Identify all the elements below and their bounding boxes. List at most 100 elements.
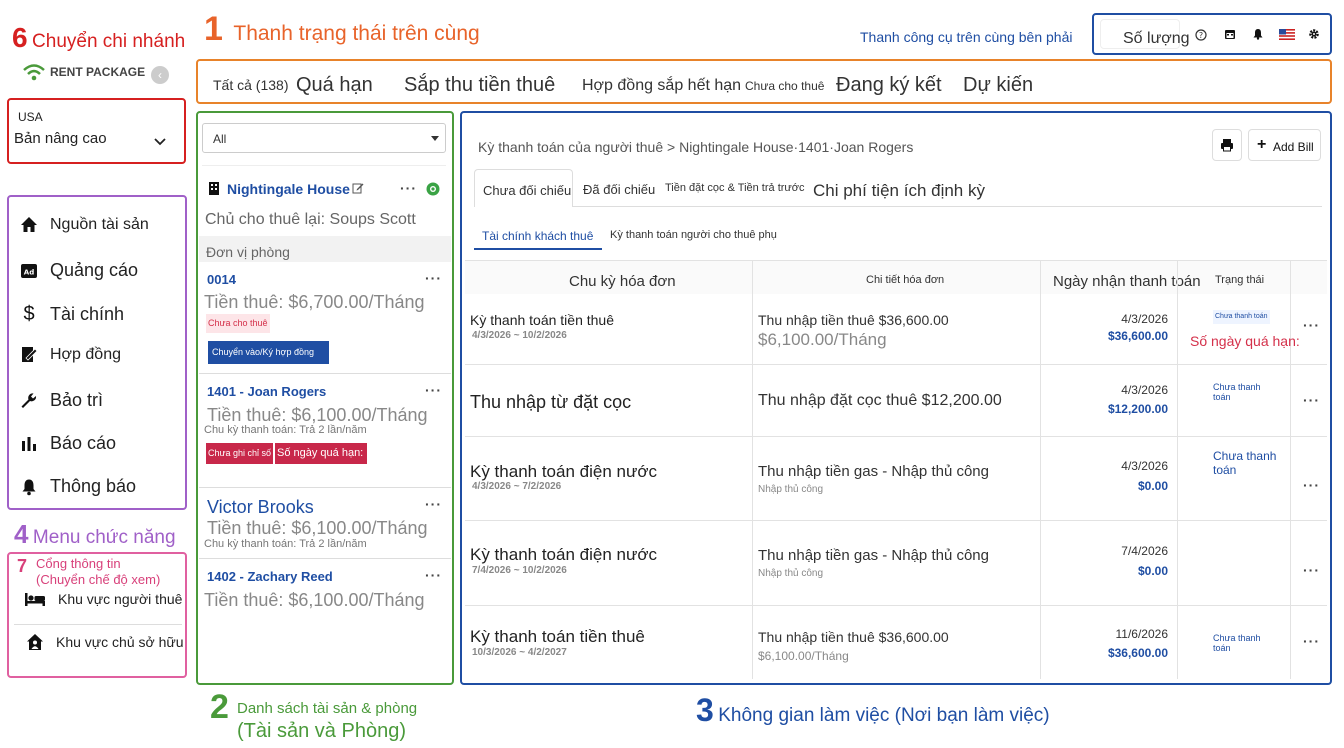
- unit-more-icon[interactable]: ···: [425, 382, 442, 398]
- property-filter-select[interactable]: All: [202, 123, 446, 153]
- caret-down-icon: [431, 136, 439, 141]
- annotation-3: 3 Không gian làm việc (Nơi bạn làm việc): [696, 692, 1050, 728]
- col-bill-detail: Chi tiết hóa đơn: [866, 274, 945, 286]
- menu-item-contracts[interactable]: Hợp đồng: [20, 346, 121, 364]
- bed-icon: [25, 593, 45, 606]
- move-in-sign-button[interactable]: Chuyển vào/Ký hợp đồng: [208, 341, 329, 364]
- calendar-icon[interactable]: [1224, 28, 1236, 40]
- menu-item-notifications[interactable]: Thông báo: [20, 476, 136, 497]
- unit-more-icon[interactable]: ···: [425, 567, 442, 583]
- menu-item-assets[interactable]: Nguồn tài sản: [20, 216, 149, 234]
- gear-icon[interactable]: [1308, 28, 1320, 40]
- unit-rent: Tiền thuê: $6,100.00/Tháng: [204, 590, 425, 610]
- vacant-badge: Chưa cho thuê: [206, 314, 270, 333]
- tab-upcoming-rent[interactable]: Sắp thu tiền thuê: [404, 74, 555, 97]
- unit-more-icon[interactable]: ···: [425, 496, 442, 512]
- col-divider: [752, 260, 753, 679]
- menu-item-reports[interactable]: Báo cáo: [20, 433, 116, 454]
- menu-item-maintenance[interactable]: Bảo trì: [20, 390, 103, 411]
- row-more-icon[interactable]: ···: [1303, 317, 1320, 333]
- portal-owner[interactable]: Khu vực chủ sở hữu: [26, 633, 184, 651]
- row-period: 7/4/2026 ~ 10/2/2026: [472, 565, 567, 576]
- col-divider: [1177, 260, 1178, 679]
- row-more-icon[interactable]: ···: [1303, 633, 1320, 649]
- edit-icon[interactable]: [352, 182, 364, 194]
- menu-item-finance[interactable]: $ Tài chính: [20, 303, 124, 326]
- tab-all[interactable]: Tất cả (138): [213, 77, 288, 93]
- tab-vacant[interactable]: Chưa cho thuê: [745, 79, 824, 93]
- row-more-icon[interactable]: ···: [1303, 392, 1320, 408]
- tab-recurring-utilities[interactable]: Chi phí tiện ích định kỳ: [813, 181, 985, 201]
- menu-label: Quảng cáo: [50, 260, 139, 280]
- menu-label: Bảo trì: [50, 390, 104, 410]
- branch-selector[interactable]: Bản nâng cao: [14, 130, 174, 154]
- unit-code[interactable]: Victor Brooks: [207, 497, 314, 518]
- wrench-icon: [21, 392, 37, 408]
- menu-label: Tài chính: [50, 304, 125, 324]
- row-detail: Thu nhập tiền gas - Nhập thủ công: [758, 547, 989, 564]
- tabs-baseline: [573, 206, 1322, 207]
- menu-item-ads[interactable]: Ad Quảng cáo: [20, 260, 138, 281]
- row-title: Thu nhập từ đặt cọc: [470, 392, 632, 412]
- tab-reconciled[interactable]: Đã đối chiếu: [583, 182, 655, 197]
- breadcrumb[interactable]: Kỳ thanh toán của người thuê > Nightinga…: [478, 139, 913, 155]
- unit-rent: Tiền thuê: $6,700.00/Tháng: [204, 292, 425, 312]
- unit-cycle: Chu kỳ thanh toán: Trả 2 lần/năm: [204, 424, 367, 436]
- chevron-down-icon: [154, 138, 166, 146]
- row-date: 4/3/2026: [1121, 312, 1168, 326]
- quantity-label: Số lượng: [1123, 30, 1190, 47]
- add-bill-button[interactable]: + Add Bill: [1248, 129, 1321, 161]
- col-payment-date: Ngày nhận thanh toán: [1053, 273, 1201, 290]
- tab-overdue[interactable]: Quá hạn: [296, 74, 373, 97]
- tab-expiring-contracts[interactable]: Hợp đồng sắp hết hạn: [582, 77, 741, 95]
- subtab-tenant-finance[interactable]: Tài chính khách thuê: [482, 229, 593, 243]
- help-icon[interactable]: ?: [1195, 29, 1207, 41]
- unit-more-icon[interactable]: ···: [425, 270, 442, 286]
- branch-country: USA: [18, 110, 43, 124]
- tab-reserved[interactable]: Dự kiến: [963, 74, 1033, 97]
- property-more-icon[interactable]: ···: [400, 180, 417, 196]
- printer-icon: [1221, 139, 1233, 152]
- bell-icon[interactable]: [1252, 28, 1264, 40]
- row-status: Chưa thanh toán: [1213, 382, 1261, 402]
- row-more-icon[interactable]: ···: [1303, 477, 1320, 493]
- divider: [202, 165, 446, 166]
- portal-tenant[interactable]: Khu vực người thuê: [24, 590, 182, 608]
- unit-code[interactable]: 1401 - Joan Rogers: [207, 384, 326, 399]
- bell-icon: [22, 479, 36, 495]
- menu-label: Báo cáo: [50, 433, 117, 453]
- unit-code[interactable]: 1402 - Zachary Reed: [207, 569, 333, 584]
- visible-eye-icon[interactable]: [426, 182, 440, 196]
- divider: [199, 487, 451, 488]
- unit-cycle: Chu kỳ thanh toán: Trả 2 lần/năm: [204, 538, 367, 550]
- menu-label: Nguồn tài sản: [50, 216, 149, 233]
- row-detail-sub: Nhập thủ công: [758, 484, 824, 495]
- row-divider: [465, 364, 1327, 365]
- row-amount: $12,200.00: [1107, 402, 1168, 416]
- logo-text: RENT PACKAGE: [50, 65, 146, 79]
- subtab-sublandlord[interactable]: Kỳ thanh toán người cho thuê phụ: [610, 229, 777, 241]
- home-icon: [21, 217, 37, 232]
- property-name[interactable]: Nightingale House: [227, 181, 350, 197]
- print-button[interactable]: [1212, 129, 1242, 161]
- row-period: 4/3/2026 ~ 10/2/2026: [472, 330, 567, 341]
- plus-icon: +: [1257, 136, 1267, 153]
- chevron-left-icon: ‹: [158, 68, 162, 82]
- row-status: Chưa thanh toán: [1213, 449, 1277, 477]
- svg-text:?: ?: [1199, 31, 1203, 40]
- tab-signing[interactable]: Đang ký kết: [836, 74, 942, 97]
- row-detail: Thu nhập tiền thuê $36,600.00: [758, 312, 949, 328]
- row-more-icon[interactable]: ···: [1303, 562, 1320, 578]
- collapse-sidebar-button[interactable]: ‹: [151, 66, 169, 84]
- tab-unreconciled[interactable]: Chưa đối chiếu: [474, 169, 573, 207]
- building-icon: [209, 182, 219, 195]
- row-amount: $36,600.00: [1107, 646, 1168, 660]
- col-status: Trạng thái: [1215, 274, 1265, 286]
- unit-code[interactable]: 0014: [207, 272, 236, 287]
- house-user-icon: [27, 634, 43, 650]
- row-detail: Thu nhập đặt cọc thuê $12,200.00: [758, 392, 1002, 409]
- row-title: Kỳ thanh toán điện nước: [470, 462, 657, 481]
- logo: RENT PACKAGE: [22, 62, 145, 82]
- tab-deposit-prepaid[interactable]: Tiền đặt cọc & Tiền trả trước: [665, 182, 805, 194]
- us-flag-icon[interactable]: [1279, 29, 1295, 40]
